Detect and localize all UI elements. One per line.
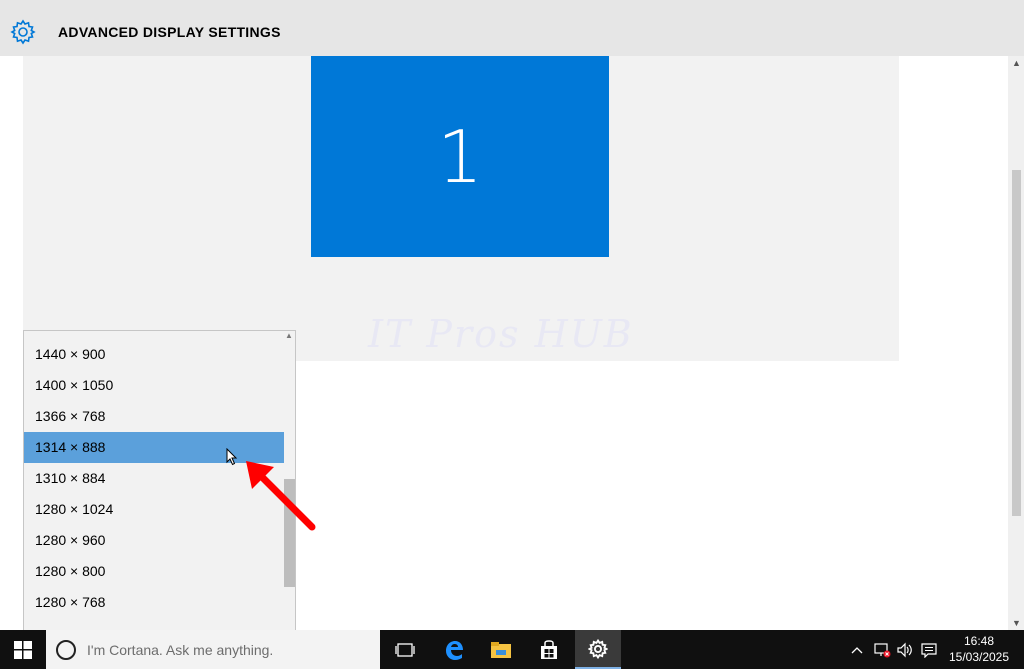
resolution-option[interactable]: 1280 × 800 [24, 556, 284, 587]
settings-icon[interactable] [575, 630, 621, 669]
action-center-icon[interactable] [918, 630, 940, 669]
resolution-option[interactable]: 1366 × 768 [24, 401, 284, 432]
watermark: IT Pros HUB [368, 312, 634, 356]
mouse-cursor-icon [226, 448, 238, 466]
scroll-up-icon[interactable]: ▲ [1012, 58, 1021, 68]
display-arrangement-area: 1 IT Pros HUB [23, 56, 899, 361]
scroll-down-icon[interactable]: ▼ [1012, 618, 1021, 628]
cortana-search-box[interactable]: I'm Cortana. Ask me anything. [46, 630, 380, 669]
file-explorer-icon[interactable] [478, 630, 524, 669]
resolution-option[interactable]: 1280 × 768 [24, 587, 284, 618]
resolution-option[interactable]: 1440 × 900 [24, 339, 284, 370]
monitor-number: 1 [437, 114, 483, 199]
taskbar: I'm Cortana. Ask me anything. 16:48 15/0… [0, 630, 1024, 669]
task-view-icon[interactable] [382, 630, 428, 669]
windows-start-icon[interactable] [0, 630, 46, 669]
network-disconnected-icon[interactable] [870, 630, 894, 669]
title-bar: ADVANCED DISPLAY SETTINGS [0, 0, 1024, 56]
resolution-option[interactable]: 1400 × 1050 [24, 370, 284, 401]
cortana-icon [56, 639, 76, 660]
system-clock[interactable]: 16:48 15/03/2025 [946, 633, 1012, 665]
clock-date: 15/03/2025 [948, 650, 1010, 664]
monitor-1-tile[interactable]: 1 [311, 56, 609, 257]
search-placeholder: I'm Cortana. Ask me anything. [87, 641, 274, 658]
chevron-up-icon[interactable]: ▲ [285, 331, 293, 340]
volume-icon[interactable] [894, 630, 916, 669]
store-icon[interactable] [526, 630, 572, 669]
clock-time: 16:48 [963, 634, 995, 648]
show-hidden-icons-chevron[interactable] [846, 630, 868, 669]
page-scrollbar[interactable]: ▲ ▼ [1008, 56, 1024, 630]
gear-icon[interactable] [10, 19, 36, 45]
red-arrow-icon [246, 461, 316, 531]
page-title: ADVANCED DISPLAY SETTINGS [58, 24, 281, 40]
edge-icon[interactable] [431, 630, 477, 669]
page-scrollbar-thumb[interactable] [1012, 170, 1021, 516]
